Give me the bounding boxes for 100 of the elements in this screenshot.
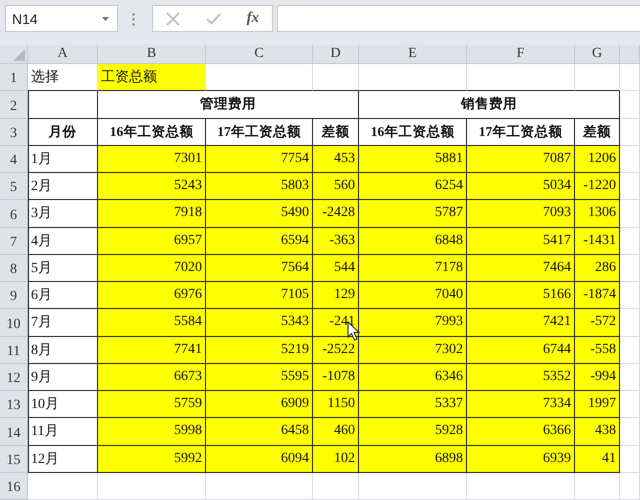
table-cell: 6094 xyxy=(206,446,313,473)
table-cell: 7178 xyxy=(359,254,467,282)
table-cell: -1220 xyxy=(575,173,620,200)
table-cell: 6939 xyxy=(467,446,575,473)
row-header[interactable]: 6 xyxy=(0,200,28,228)
drag-handle-icon[interactable] xyxy=(132,13,135,26)
table-cell: 6909 xyxy=(206,391,313,418)
column-header[interactable]: B xyxy=(98,45,206,64)
table-cell: 560 xyxy=(313,173,359,200)
empty-cell xyxy=(620,254,640,282)
table-cell: 6957 xyxy=(98,228,206,255)
group-header: 管理费用 xyxy=(98,91,359,118)
table-cell: -558 xyxy=(575,336,620,364)
table-cell: 438 xyxy=(575,418,620,446)
empty-cell xyxy=(620,391,640,418)
empty-cell xyxy=(620,91,640,118)
empty-cell xyxy=(313,472,359,500)
column-header[interactable]: D xyxy=(313,45,359,64)
table-cell: 129 xyxy=(313,282,359,310)
table-cell: 5343 xyxy=(206,309,313,336)
empty-cell xyxy=(620,228,640,255)
empty-cell xyxy=(620,282,640,310)
empty-cell xyxy=(620,336,640,364)
table-cell: -363 xyxy=(313,228,359,255)
name-box[interactable]: N14 xyxy=(5,5,118,32)
row-header[interactable]: 11 xyxy=(0,336,28,364)
table-cell: 5219 xyxy=(206,336,313,364)
table-cell: 5881 xyxy=(359,146,467,173)
empty-cell xyxy=(620,418,640,446)
table-cell: 7741 xyxy=(98,336,206,364)
table-cell: 7464 xyxy=(467,254,575,282)
table-cell: 7993 xyxy=(359,309,467,336)
row-header[interactable]: 16 xyxy=(0,472,28,500)
select-all-button[interactable] xyxy=(0,45,28,64)
table-cell: 5490 xyxy=(206,200,313,228)
row-header[interactable]: 5 xyxy=(0,173,28,200)
column-header[interactable]: G xyxy=(575,45,620,64)
column-header[interactable] xyxy=(620,45,640,64)
empty-cell xyxy=(620,200,640,228)
cancel-icon[interactable] xyxy=(166,12,180,26)
table-cell: 102 xyxy=(313,446,359,473)
column-header[interactable]: E xyxy=(359,45,467,64)
table-cell: 7334 xyxy=(467,391,575,418)
table-cell: 453 xyxy=(313,146,359,173)
table-cell: 460 xyxy=(313,418,359,446)
table-cell: 7105 xyxy=(206,282,313,310)
table-cell: 6976 xyxy=(98,282,206,310)
table-cell: 5595 xyxy=(206,364,313,391)
row-header[interactable]: 7 xyxy=(0,228,28,255)
row-header[interactable]: 4 xyxy=(0,146,28,173)
table-cell: -994 xyxy=(575,364,620,391)
column-header[interactable]: C xyxy=(206,45,313,64)
table-cell: 7421 xyxy=(467,309,575,336)
group-header: 销售费用 xyxy=(359,91,620,118)
table-cell: 6346 xyxy=(359,364,467,391)
row-header[interactable]: 8 xyxy=(0,254,28,282)
table-cell: -1874 xyxy=(575,282,620,310)
table-cell: 1997 xyxy=(575,391,620,418)
row-header[interactable]: 10 xyxy=(0,309,28,336)
table-cell: -2522 xyxy=(313,336,359,364)
empty-cell xyxy=(620,173,640,200)
row-header[interactable]: 3 xyxy=(0,118,28,146)
row-header[interactable]: 12 xyxy=(0,364,28,391)
table-cell[interactable]: 工资总额 xyxy=(98,64,206,92)
table-cell: 7301 xyxy=(98,146,206,173)
table-cell: 6458 xyxy=(206,418,313,446)
empty-cell xyxy=(620,146,640,173)
row-header[interactable]: 13 xyxy=(0,391,28,418)
row-header[interactable]: 1 xyxy=(0,64,28,92)
column-header[interactable]: A xyxy=(28,45,98,64)
insert-function-button[interactable]: fx xyxy=(246,10,260,27)
dropdown-icon[interactable] xyxy=(102,16,109,20)
table-cell: 1150 xyxy=(313,391,359,418)
table-cell: 544 xyxy=(313,254,359,282)
table-cell: 6848 xyxy=(359,228,467,255)
table-cell: 7918 xyxy=(98,200,206,228)
column-title: 月份 xyxy=(28,118,98,146)
table-cell: 5034 xyxy=(467,173,575,200)
table-cell: 7302 xyxy=(359,336,467,364)
row-header[interactable]: 2 xyxy=(0,91,28,118)
table-cell: -1431 xyxy=(575,228,620,255)
column-header[interactable]: F xyxy=(467,45,575,64)
table-cell: 6366 xyxy=(467,418,575,446)
row-header[interactable]: 14 xyxy=(0,418,28,446)
empty-cell xyxy=(575,472,620,500)
empty-cell xyxy=(620,364,640,391)
table-cell: 5998 xyxy=(98,418,206,446)
table-cell: 5928 xyxy=(359,418,467,446)
formula-input[interactable] xyxy=(277,5,640,32)
table-cell: 7040 xyxy=(359,282,467,310)
row-header[interactable]: 9 xyxy=(0,282,28,310)
table-cell: 1306 xyxy=(575,200,620,228)
empty-cell xyxy=(620,309,640,336)
table-cell: 6898 xyxy=(359,446,467,473)
check-icon[interactable] xyxy=(206,12,221,24)
table-cell: -1078 xyxy=(313,364,359,391)
row-header[interactable]: 15 xyxy=(0,446,28,473)
table-cell: -572 xyxy=(575,309,620,336)
table-cell: 7020 xyxy=(98,254,206,282)
table-cell: 5787 xyxy=(359,200,467,228)
